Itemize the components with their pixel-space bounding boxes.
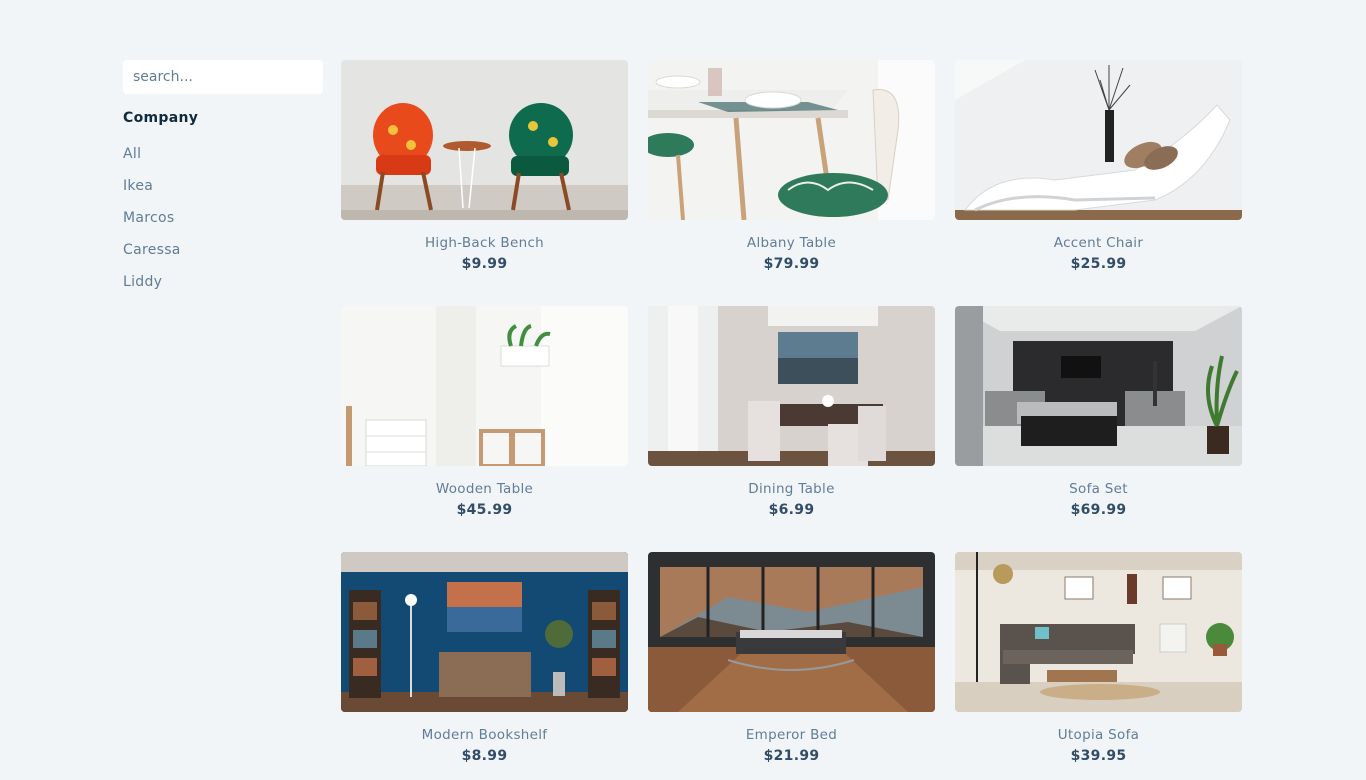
products-page: Company All Ikea Marcos Caressa Liddy bbox=[0, 0, 1366, 780]
product-price: $39.95 bbox=[1070, 748, 1127, 764]
product-price: $79.99 bbox=[763, 256, 820, 272]
product-name: Accent Chair bbox=[1053, 235, 1144, 251]
product-card[interactable]: Accent Chair $25.99 bbox=[955, 60, 1242, 296]
company-filter-title: Company bbox=[123, 110, 199, 126]
product-name: Utopia Sofa bbox=[1057, 727, 1140, 743]
product-name: Dining Table bbox=[748, 481, 835, 497]
product-name: High-Back Bench bbox=[424, 235, 545, 251]
product-price: $25.99 bbox=[1070, 256, 1127, 272]
filters-sidebar: Company All Ikea Marcos Caressa Liddy bbox=[123, 60, 323, 298]
product-name: Emperor Bed bbox=[745, 727, 838, 743]
product-card[interactable]: Dining Table $6.99 bbox=[648, 306, 935, 542]
product-card[interactable]: Modern Bookshelf $8.99 bbox=[341, 552, 628, 780]
product-price: $9.99 bbox=[461, 256, 508, 272]
product-image[interactable] bbox=[955, 552, 1242, 712]
product-image[interactable] bbox=[341, 60, 628, 220]
product-price: $69.99 bbox=[1070, 502, 1127, 518]
product-image[interactable] bbox=[648, 552, 935, 712]
product-card[interactable]: High-Back Bench $9.99 bbox=[341, 60, 628, 296]
product-grid: High-Back Bench $9.99 Albany Table $79.9… bbox=[341, 60, 1242, 780]
company-filter-marcos[interactable]: Marcos bbox=[123, 202, 323, 234]
product-price: $21.99 bbox=[763, 748, 820, 764]
company-filter-caressa[interactable]: Caressa bbox=[123, 234, 323, 266]
product-price: $6.99 bbox=[768, 502, 815, 518]
product-card[interactable]: Sofa Set $69.99 bbox=[955, 306, 1242, 542]
product-name: Albany Table bbox=[746, 235, 837, 251]
company-filter-list: All Ikea Marcos Caressa Liddy bbox=[123, 138, 323, 298]
company-filter-all[interactable]: All bbox=[123, 138, 323, 170]
product-name: Sofa Set bbox=[1069, 481, 1128, 497]
product-card[interactable]: Wooden Table $45.99 bbox=[341, 306, 628, 542]
product-card[interactable]: Emperor Bed $21.99 bbox=[648, 552, 935, 780]
product-image[interactable] bbox=[648, 306, 935, 466]
product-name: Modern Bookshelf bbox=[421, 727, 548, 743]
company-filter-liddy[interactable]: Liddy bbox=[123, 266, 323, 298]
company-filter-ikea[interactable]: Ikea bbox=[123, 170, 323, 202]
product-price: $8.99 bbox=[461, 748, 508, 764]
product-name: Wooden Table bbox=[435, 481, 534, 497]
product-price: $45.99 bbox=[456, 502, 513, 518]
product-card[interactable]: Albany Table $79.99 bbox=[648, 60, 935, 296]
product-image[interactable] bbox=[341, 306, 628, 466]
product-image[interactable] bbox=[341, 552, 628, 712]
search-input[interactable] bbox=[123, 60, 323, 94]
product-card[interactable]: Utopia Sofa $39.95 bbox=[955, 552, 1242, 780]
product-image[interactable] bbox=[648, 60, 935, 220]
product-image[interactable] bbox=[955, 60, 1242, 220]
product-image[interactable] bbox=[955, 306, 1242, 466]
